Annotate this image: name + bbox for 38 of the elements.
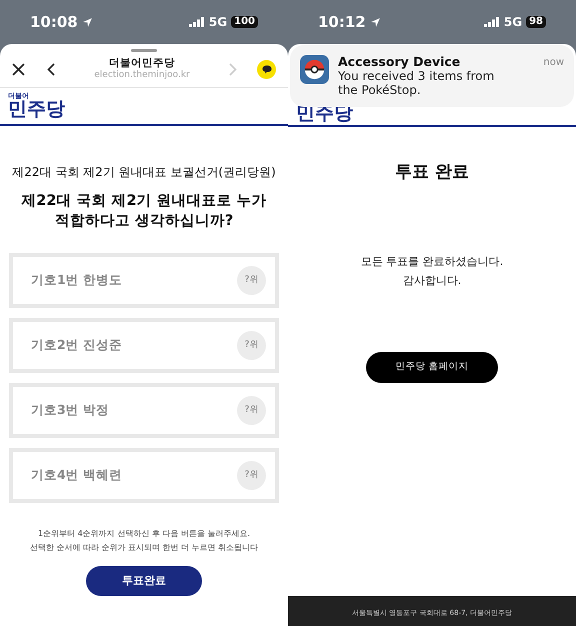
battery-indicator: 98 xyxy=(526,16,546,28)
location-icon xyxy=(370,16,381,28)
rank-badge: ?위 xyxy=(237,266,266,295)
completion-heading: 투표 완료 xyxy=(395,161,469,184)
rank-badge: ?위 xyxy=(237,396,266,425)
network-label: 5G xyxy=(504,14,522,31)
notification-body: You received 3 items from the PokéStop. xyxy=(338,69,496,97)
completion-message: 모든 투표를 완료하셨습니다. 감사합니다. xyxy=(360,254,504,288)
candidate-option[interactable]: 기호4번 백혜련 ?위 xyxy=(9,448,279,503)
ball-app-icon xyxy=(300,55,329,84)
candidate-option[interactable]: 기호1번 한병도 ?위 xyxy=(9,253,279,308)
notification-banner[interactable]: Accessory Device You received 3 items from the PokéStop. now xyxy=(290,45,574,107)
site-title: 더불어민주당 xyxy=(109,57,175,70)
close-icon[interactable] xyxy=(12,63,25,76)
battery-indicator: 100 xyxy=(231,16,258,28)
status-time: 10:08 xyxy=(30,12,78,33)
question-text: 제22대 국회 제2기 원내대표로 누가 적합하다고 생각하십니까? xyxy=(21,192,267,231)
speech-bubble-icon xyxy=(262,65,272,74)
election-title: 제22대 국회 제2기 원내대표 보궐선거(권리당원) xyxy=(12,164,276,181)
status-time: 10:12 xyxy=(318,12,366,33)
candidate-option[interactable]: 기호2번 진성준 ?위 xyxy=(9,318,279,373)
rank-badge: ?위 xyxy=(237,331,266,360)
instruction-text: 1순위부터 4순위까지 선택하신 후 다음 버튼을 눌러주세요. 선택한 순서에 따라 순위가 표시되며 한번 더 누르면 취소됩니다 xyxy=(28,528,260,554)
rank-badge: ?위 xyxy=(237,461,266,490)
url-text: election.theminjoo.kr xyxy=(94,70,190,82)
back-icon[interactable] xyxy=(47,63,55,76)
sheet-handle[interactable] xyxy=(131,49,157,52)
candidate-option[interactable]: 기호3번 박정 ?위 xyxy=(9,383,279,438)
home-page-button[interactable]: 민주당 홈페이지 xyxy=(366,352,498,382)
notification-time: now xyxy=(543,56,564,70)
submit-vote-button[interactable]: 투표완료 xyxy=(86,566,202,596)
chat-button[interactable] xyxy=(257,60,276,79)
signal-icon xyxy=(484,17,500,27)
location-icon xyxy=(82,16,93,28)
notification-title: Accessory Device xyxy=(338,55,462,69)
signal-icon xyxy=(188,17,205,27)
logo-text: 민주당 xyxy=(8,100,66,119)
network-label: 5G xyxy=(208,14,228,31)
